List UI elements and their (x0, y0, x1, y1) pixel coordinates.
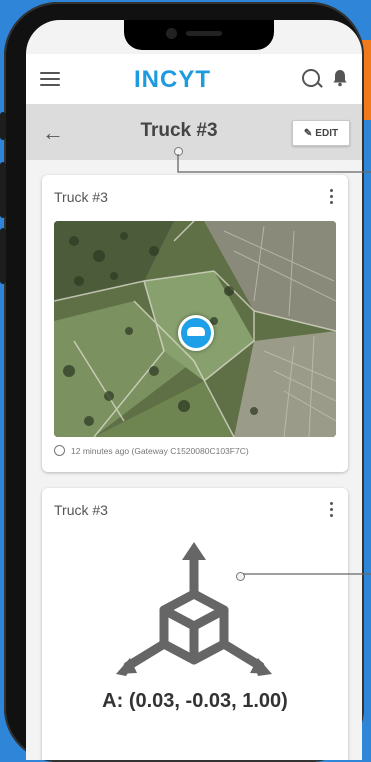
notch (124, 20, 274, 50)
annotation-leader-lines (177, 154, 371, 575)
